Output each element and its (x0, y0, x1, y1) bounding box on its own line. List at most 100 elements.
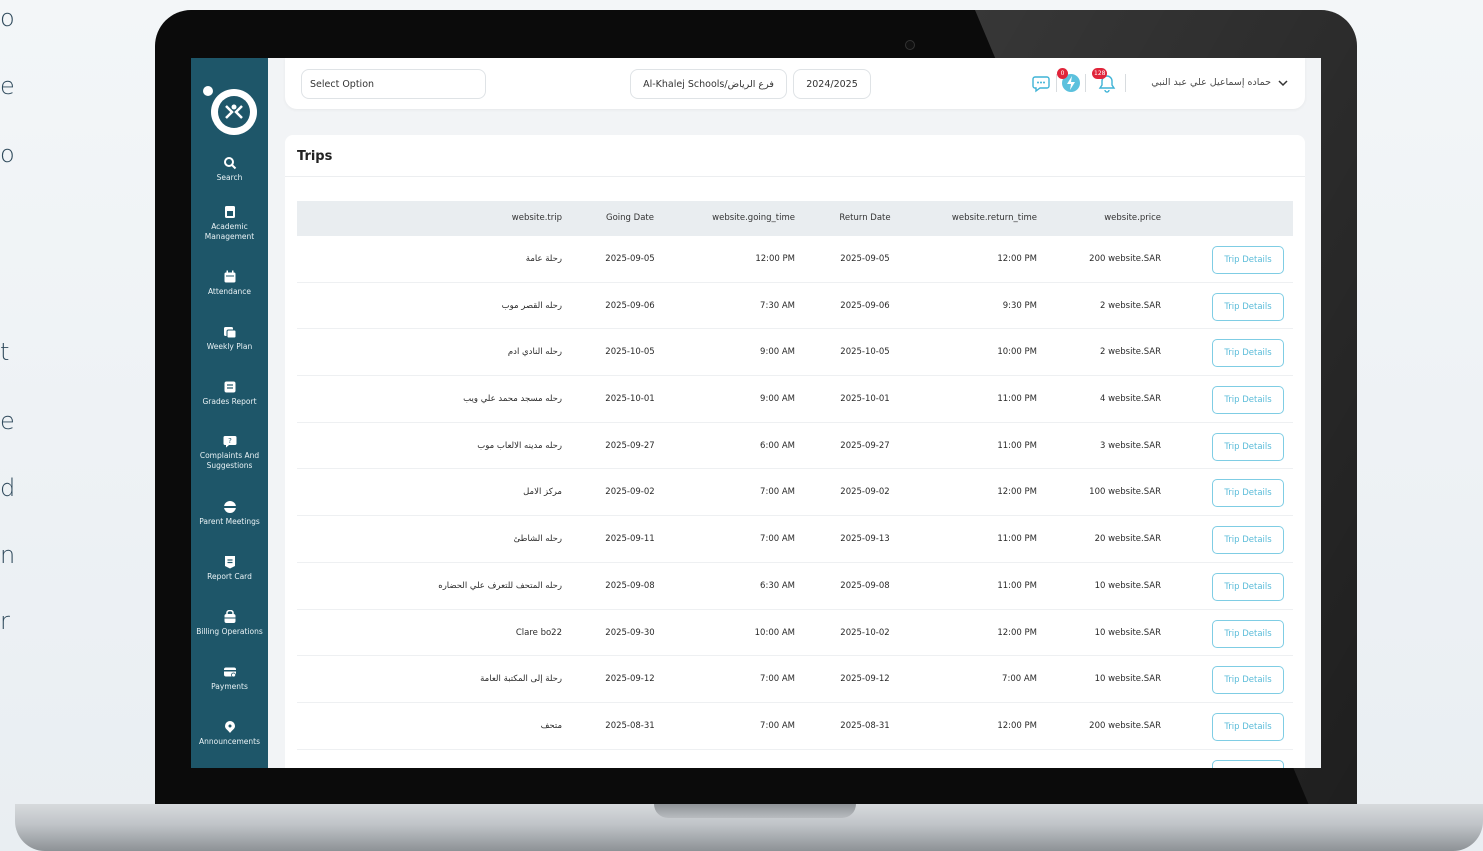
cell-going-time: 9:00 AM (760, 394, 795, 405)
search-icon (223, 157, 236, 170)
cell-price: 200 website.SAR (1089, 254, 1161, 264)
trip-details-button[interactable]: Trip Details (1212, 246, 1284, 274)
cell-going-date: 2025-09-05 (605, 254, 655, 264)
sidebar-item-label: Grades Report (202, 397, 257, 406)
cell-going-date: 2025-09-08 (605, 580, 655, 591)
table-row: رحلة إلى المكتبة العامة 2025-09-12 7:00 … (297, 656, 1293, 703)
divider (1085, 74, 1086, 92)
trip-details-button[interactable]: Trip Details (1212, 619, 1284, 648)
school-selector[interactable]: Al-Khalej Schools/فرع الرياض (630, 69, 787, 99)
billing-icon (224, 610, 235, 623)
trip-details-button[interactable]: Trip Details (1212, 292, 1284, 321)
col-header-price: website.price (1104, 213, 1161, 223)
table-row: رحله القصر موب 2025-09-06 7:30 AM 2025-0… (297, 283, 1293, 330)
cell-going-date: 2025-09-12 (605, 674, 655, 685)
cell-trip: رحلة عامة (525, 254, 562, 264)
cell-return-time: 11:00 PM (997, 394, 1037, 405)
academic-year-selector[interactable]: 2024/2025 (793, 69, 871, 99)
chevron-down-icon[interactable] (1277, 77, 1289, 89)
cell-price: 10 website.SAR (1094, 627, 1161, 638)
sidebar-item-announcements[interactable]: Announcements (191, 720, 268, 747)
bell-badge: 128 (1092, 68, 1107, 79)
divider (1056, 74, 1057, 92)
sidebar-item-parent-meetings[interactable]: Parent Meetings (191, 500, 268, 527)
cell-going-time: 12:00 PM (755, 254, 795, 264)
trip-details-button[interactable]: Trip Details (1212, 712, 1284, 741)
cell-return-date: 2025-08-31 (840, 720, 890, 731)
bg-letter: o (0, 4, 15, 32)
sidebar-item-weekly-plan[interactable]: Weekly Plan (191, 325, 268, 352)
col-header-return-time: website.return_time (951, 213, 1037, 223)
sidebar-item-attendance[interactable]: Attendance (191, 270, 268, 297)
trip-details-button[interactable]: Trip Details (1212, 572, 1284, 601)
cell-going-time: 10:00 AM (754, 627, 795, 638)
table-row: رحلة عامة 2025-09-05 12:00 PM 2025-09-05… (297, 236, 1293, 283)
cell-price: 2 website.SAR (1099, 300, 1161, 311)
sidebar-item-label: Weekly Plan (206, 342, 253, 351)
trip-details-button[interactable]: Trip Details (1212, 432, 1284, 461)
cell-going-date: 2025-10-01 (605, 394, 655, 405)
cell-price: 10 website.SAR (1094, 674, 1161, 685)
user-name[interactable]: حماده إسماعيل علي عبد النبي (1151, 77, 1271, 88)
cell-going-time: 7:00 AM (760, 487, 795, 498)
bg-letter: r (0, 607, 10, 635)
table-row: Clare bo22 2025-09-30 10:00 AM 2025-10-0… (297, 610, 1293, 657)
sidebar-item-search[interactable]: Search (191, 156, 268, 183)
bg-letter: o (0, 140, 15, 168)
trip-details-button[interactable]: Trip Details (1212, 526, 1284, 555)
cell-trip: رحله مسجد محمد علي ويب (463, 394, 562, 405)
cell-return-date: 2025-09-27 (840, 440, 890, 451)
cell-price: 3 website.SAR (1099, 440, 1161, 451)
sidebar-item-report-card[interactable]: Report Card (191, 555, 268, 582)
bg-letter: e (0, 72, 15, 100)
trips-table: website.trip Going Date website.going_ti… (297, 201, 1293, 768)
cell-trip: مركز الامل (523, 487, 562, 498)
select-option-dropdown[interactable]: Select Option (301, 69, 486, 99)
trip-details-button[interactable]: Trip Details (1212, 666, 1284, 695)
table-row: رحله النادي ادم 2025-10-05 9:00 AM 2025-… (297, 329, 1293, 377)
cell-price: 100 website.SAR (1089, 487, 1161, 498)
report-card-icon (224, 556, 235, 569)
col-header-going-date: Going Date (606, 213, 654, 223)
sidebar-item-complaints[interactable]: ? Complaints And Suggestions (191, 434, 268, 471)
cell-return-date: 2025-09-12 (840, 674, 890, 685)
trip-details-button[interactable]: Trip Details (1212, 386, 1284, 415)
cell-going-time: 6:00 AM (760, 440, 795, 451)
trip-details-button[interactable]: Trip Details (1212, 479, 1284, 508)
cell-trip: Clare bo22 (515, 627, 562, 638)
cell-going-date: 2025-09-11 (605, 534, 655, 545)
sidebar-item-billing-operations[interactable]: Billing Operations (191, 610, 268, 637)
chat-icon[interactable] (1031, 72, 1053, 94)
sidebar-item-grades-report[interactable]: Grades Report (191, 380, 268, 407)
sidebar-item-label: Announcements (199, 737, 260, 746)
divider (1125, 74, 1126, 92)
payments-icon (223, 667, 236, 678)
cell-return-time: 12:00 PM (997, 487, 1037, 498)
cell-trip: رحله النادي ادم (507, 347, 562, 358)
cell-going-time: 7:00 AM (760, 674, 795, 685)
cell-trip: رحله مدينه الالعاب موب (477, 440, 562, 451)
trip-details-button[interactable]: Trip Details (1212, 339, 1284, 368)
trip-details-button-partial[interactable] (1212, 759, 1284, 768)
cell-trip: رحلة إلى المكتبة العامة (480, 674, 562, 685)
cell-going-time: 7:00 AM (760, 534, 795, 545)
table-row (297, 750, 1293, 768)
divider (285, 176, 1305, 177)
cell-return-time: 12:00 PM (997, 627, 1037, 638)
weekly-plan-icon (223, 327, 236, 339)
sidebar-item-label: Payments (211, 682, 248, 691)
cell-trip: متحف (540, 720, 562, 731)
calendar-icon (224, 270, 235, 283)
cell-trip: رحله القصر موب (501, 300, 562, 311)
app-screen: Search Academic Management Attendance We… (191, 58, 1321, 768)
cell-return-time: 11:00 PM (997, 580, 1037, 591)
cell-return-time: 12:00 PM (997, 254, 1037, 264)
sidebar-item-payments[interactable]: Payments (191, 665, 268, 692)
table-header: website.trip Going Date website.going_ti… (297, 201, 1293, 236)
table-row: رحله الشاطئ 2025-09-11 7:00 AM 2025-09-1… (297, 516, 1293, 563)
cell-price: 2 website.SAR (1099, 347, 1161, 358)
sidebar-item-academic-management[interactable]: Academic Management (191, 205, 268, 242)
sidebar-item-label: Billing Operations (196, 627, 263, 636)
cell-return-time: 10:00 PM (997, 347, 1037, 358)
sidebar-item-label: Academic Management (204, 222, 255, 241)
